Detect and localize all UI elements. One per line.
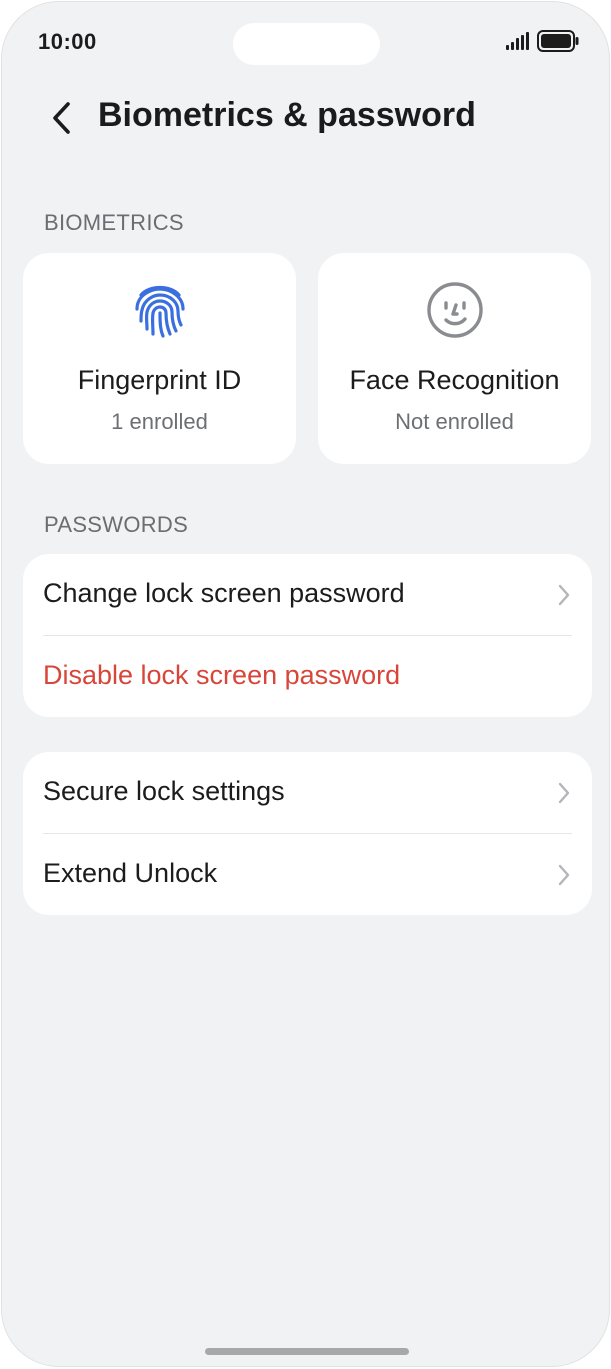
passwords-card: Change lock screen password Disable lock…: [23, 554, 592, 717]
fingerprint-id-title: Fingerprint ID: [77, 365, 242, 395]
signal-icon: [506, 32, 529, 50]
camera-pill: [233, 23, 380, 65]
face-recognition-card[interactable]: Face Recognition Not enrolled: [318, 253, 591, 464]
back-button[interactable]: [38, 94, 86, 142]
fingerprint-id-status: 1 enrolled: [111, 409, 208, 434]
section-label-passwords: PASSWORDS: [44, 512, 189, 537]
chevron-left-icon: [53, 102, 70, 134]
change-lock-screen-password-row[interactable]: Change lock screen password: [23, 554, 592, 635]
fingerprint-icon: [134, 285, 185, 338]
home-indicator[interactable]: [205, 1348, 409, 1355]
lock-settings-card: Secure lock settings Extend Unlock: [23, 752, 592, 915]
chevron-right-icon: [558, 782, 570, 804]
fingerprint-id-card[interactable]: Fingerprint ID 1 enrolled: [23, 253, 296, 464]
page-title: Biometrics & password: [98, 96, 476, 134]
secure-lock-settings-row[interactable]: Secure lock settings: [23, 752, 592, 833]
secure-lock-settings-label: Secure lock settings: [43, 776, 285, 806]
battery-icon: [537, 30, 579, 52]
section-label-biometrics: BIOMETRICS: [44, 210, 184, 235]
status-bar: 10:00: [2, 2, 609, 82]
face-recognition-status: Not enrolled: [395, 409, 514, 434]
status-time: 10:00: [38, 29, 97, 54]
face-icon: [426, 282, 483, 338]
extend-unlock-row[interactable]: Extend Unlock: [23, 834, 592, 915]
header: Biometrics & password: [2, 86, 609, 148]
chevron-right-icon: [558, 864, 570, 886]
phone-screen: 10:00 Biometrics & password BIOMETRICS F…: [1, 1, 610, 1367]
extend-unlock-label: Extend Unlock: [43, 858, 218, 888]
change-lock-screen-password-label: Change lock screen password: [43, 578, 405, 608]
disable-lock-screen-password-row[interactable]: Disable lock screen password: [23, 636, 592, 717]
face-recognition-title: Face Recognition: [349, 365, 560, 395]
disable-lock-screen-password-label: Disable lock screen password: [43, 660, 401, 690]
chevron-right-icon: [558, 584, 570, 606]
